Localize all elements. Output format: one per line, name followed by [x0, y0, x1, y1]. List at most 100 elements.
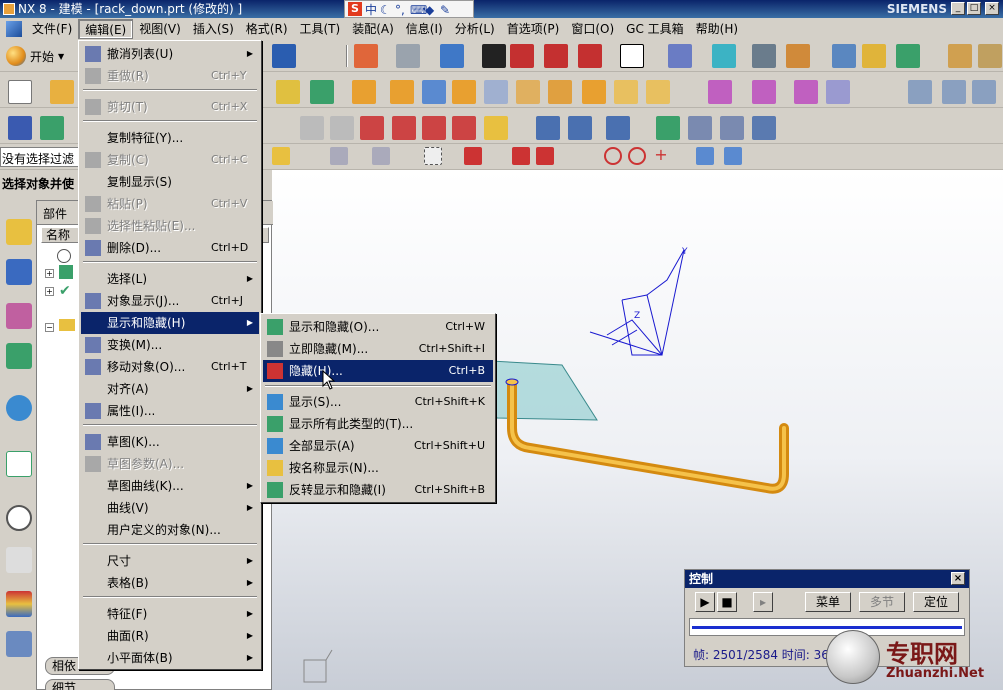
sweep-icon[interactable]	[422, 80, 446, 104]
menu-insert[interactable]: 插入(S)	[187, 19, 240, 39]
show-hide-menu-item[interactable]: 显示(S)... Ctrl+Shift+K	[263, 391, 493, 413]
navigator-tree[interactable]: + + ✔ −	[43, 247, 83, 547]
punctuation-icon[interactable]: °,	[395, 3, 407, 17]
menu-format[interactable]: 格式(R)	[240, 19, 294, 39]
layer-icon[interactable]	[712, 44, 736, 68]
info-icon[interactable]	[6, 395, 32, 421]
shaded-icon[interactable]	[440, 44, 464, 68]
datum-icon[interactable]	[310, 80, 334, 104]
wcs-icon[interactable]	[668, 44, 692, 68]
wireframe-icon[interactable]	[482, 44, 506, 68]
axes-icon[interactable]	[752, 116, 776, 140]
select-all-icon[interactable]	[272, 147, 290, 165]
surface-icon[interactable]	[908, 80, 932, 104]
edit-menu-item[interactable]: 曲线(V) ▶	[81, 497, 259, 519]
background-icon[interactable]	[620, 44, 644, 68]
web-browser-icon[interactable]	[6, 451, 32, 477]
show-hide-menu-item[interactable]: 隐藏(H)... Ctrl+B	[263, 360, 493, 382]
intersection-icon[interactable]	[696, 147, 714, 165]
lightbulb-icon[interactable]	[862, 44, 886, 68]
new-sketch-icon[interactable]	[8, 80, 32, 104]
menu-help[interactable]: 帮助(H)	[690, 19, 744, 39]
play-icon[interactable]	[896, 44, 920, 68]
undo-icon[interactable]	[272, 44, 296, 68]
blend-icon[interactable]	[516, 80, 540, 104]
locate-button[interactable]: 定位	[913, 592, 959, 612]
edit-menu-item[interactable]: 撤消列表(U) ▶	[81, 43, 259, 65]
mid-point-icon[interactable]	[536, 147, 554, 165]
start-button[interactable]: 开始 ▼	[6, 44, 64, 68]
offset-region-icon[interactable]	[360, 116, 384, 140]
boss-icon[interactable]	[484, 80, 508, 104]
menu-view[interactable]: 视图(V)	[133, 19, 187, 39]
replace-face-icon[interactable]	[392, 116, 416, 140]
edit-menu-item[interactable]: 复制显示(S)	[81, 171, 259, 193]
menu-edit[interactable]: 编辑(E)	[78, 19, 134, 39]
menu-preferences[interactable]: 首选项(P)	[501, 19, 566, 39]
copy-face-icon[interactable]	[484, 116, 508, 140]
edit-menu-item[interactable]: 对齐(A) ▶	[81, 378, 259, 400]
ime-toolbar[interactable]: S 中 ☾ °, ⌨ ◆ ✎	[344, 0, 474, 18]
resize-blend-icon[interactable]	[422, 116, 446, 140]
menu-analysis[interactable]: 分析(L)	[449, 19, 501, 39]
process-studio-icon[interactable]	[6, 631, 32, 657]
spring-icon[interactable]	[536, 116, 560, 140]
quadrant-icon[interactable]	[628, 147, 646, 165]
section-icon[interactable]	[544, 44, 568, 68]
unite-icon[interactable]	[708, 80, 732, 104]
edit-menu-item[interactable]: 小平面体(B) ▶	[81, 647, 259, 669]
stop-button[interactable]: ■	[717, 592, 737, 612]
play-button[interactable]: ▶	[695, 592, 715, 612]
edit-menu-item[interactable]: 用户定义的对象(N)...	[81, 519, 259, 541]
reuse-library-icon[interactable]	[6, 343, 32, 369]
menu-information[interactable]: 信息(I)	[400, 19, 449, 39]
surface-grid-icon[interactable]	[942, 80, 966, 104]
snap-point-icon[interactable]	[464, 147, 482, 165]
menu-window[interactable]: 窗口(O)	[565, 19, 620, 39]
show-hide-menu-item[interactable]: 显示所有此类型的(T)...	[263, 413, 493, 435]
history-icon[interactable]	[6, 505, 32, 531]
arc-center-icon[interactable]	[604, 147, 622, 165]
ruler-icon[interactable]	[978, 44, 1002, 68]
check-icon[interactable]	[656, 116, 680, 140]
edit-menu-item[interactable]: 显示和隐藏(H) ▶	[81, 312, 259, 334]
shell-icon[interactable]	[582, 80, 606, 104]
draft-icon[interactable]	[614, 80, 638, 104]
csys-icon[interactable]	[786, 44, 810, 68]
show-hide-menu-item[interactable]: 显示和隐藏(O)... Ctrl+W	[263, 316, 493, 338]
edit-menu-item[interactable]: 属性(I)...	[81, 400, 259, 422]
render-style-icon[interactable]	[396, 44, 420, 68]
keyboard-icon[interactable]: ⌨	[410, 3, 427, 17]
table-icon[interactable]	[720, 116, 744, 140]
measure-icon[interactable]	[948, 44, 972, 68]
system-materials-icon[interactable]	[6, 547, 32, 573]
edit-menu-item[interactable]: 选择(L) ▶	[81, 268, 259, 290]
close-button[interactable]: ×	[985, 2, 999, 15]
snap-icon[interactable]	[832, 44, 856, 68]
delete-face-icon[interactable]	[452, 116, 476, 140]
details-button[interactable]: 细节	[45, 679, 115, 690]
subtract-icon[interactable]	[752, 80, 776, 104]
assembly-navigator-icon[interactable]	[6, 219, 32, 245]
constraint-navigator-icon[interactable]	[6, 259, 32, 285]
wrench-icon[interactable]: ✎	[440, 3, 452, 17]
edit-menu-item[interactable]: 对象显示(J)... Ctrl+J	[81, 290, 259, 312]
menu-assembly[interactable]: 装配(A)	[346, 19, 400, 39]
ime-mode[interactable]: 中	[365, 1, 377, 18]
body-icon[interactable]	[724, 147, 742, 165]
cube-icon[interactable]	[510, 44, 534, 68]
edit-menu-item[interactable]: 删除(D)... Ctrl+D	[81, 237, 259, 259]
extrude-icon[interactable]	[352, 80, 376, 104]
edit-menu-item[interactable]: 复制特征(Y)...	[81, 127, 259, 149]
pull-face-icon[interactable]	[330, 116, 354, 140]
edit-menu-item[interactable]: 曲面(R) ▶	[81, 625, 259, 647]
show-hide-menu-item[interactable]: 反转显示和隐藏(I) Ctrl+Shift+B	[263, 479, 493, 501]
moon-icon[interactable]: ☾	[380, 3, 392, 17]
part-navigator-icon[interactable]	[6, 303, 32, 329]
face-icon[interactable]	[972, 80, 996, 104]
show-hide-menu-item[interactable]: 全部显示(A) Ctrl+Shift+U	[263, 435, 493, 457]
fit-view-icon[interactable]	[354, 44, 378, 68]
menu-file[interactable]: 文件(F)	[26, 19, 78, 39]
point-icon[interactable]	[276, 80, 300, 104]
edit-menu-item[interactable]: 变换(M)...	[81, 334, 259, 356]
